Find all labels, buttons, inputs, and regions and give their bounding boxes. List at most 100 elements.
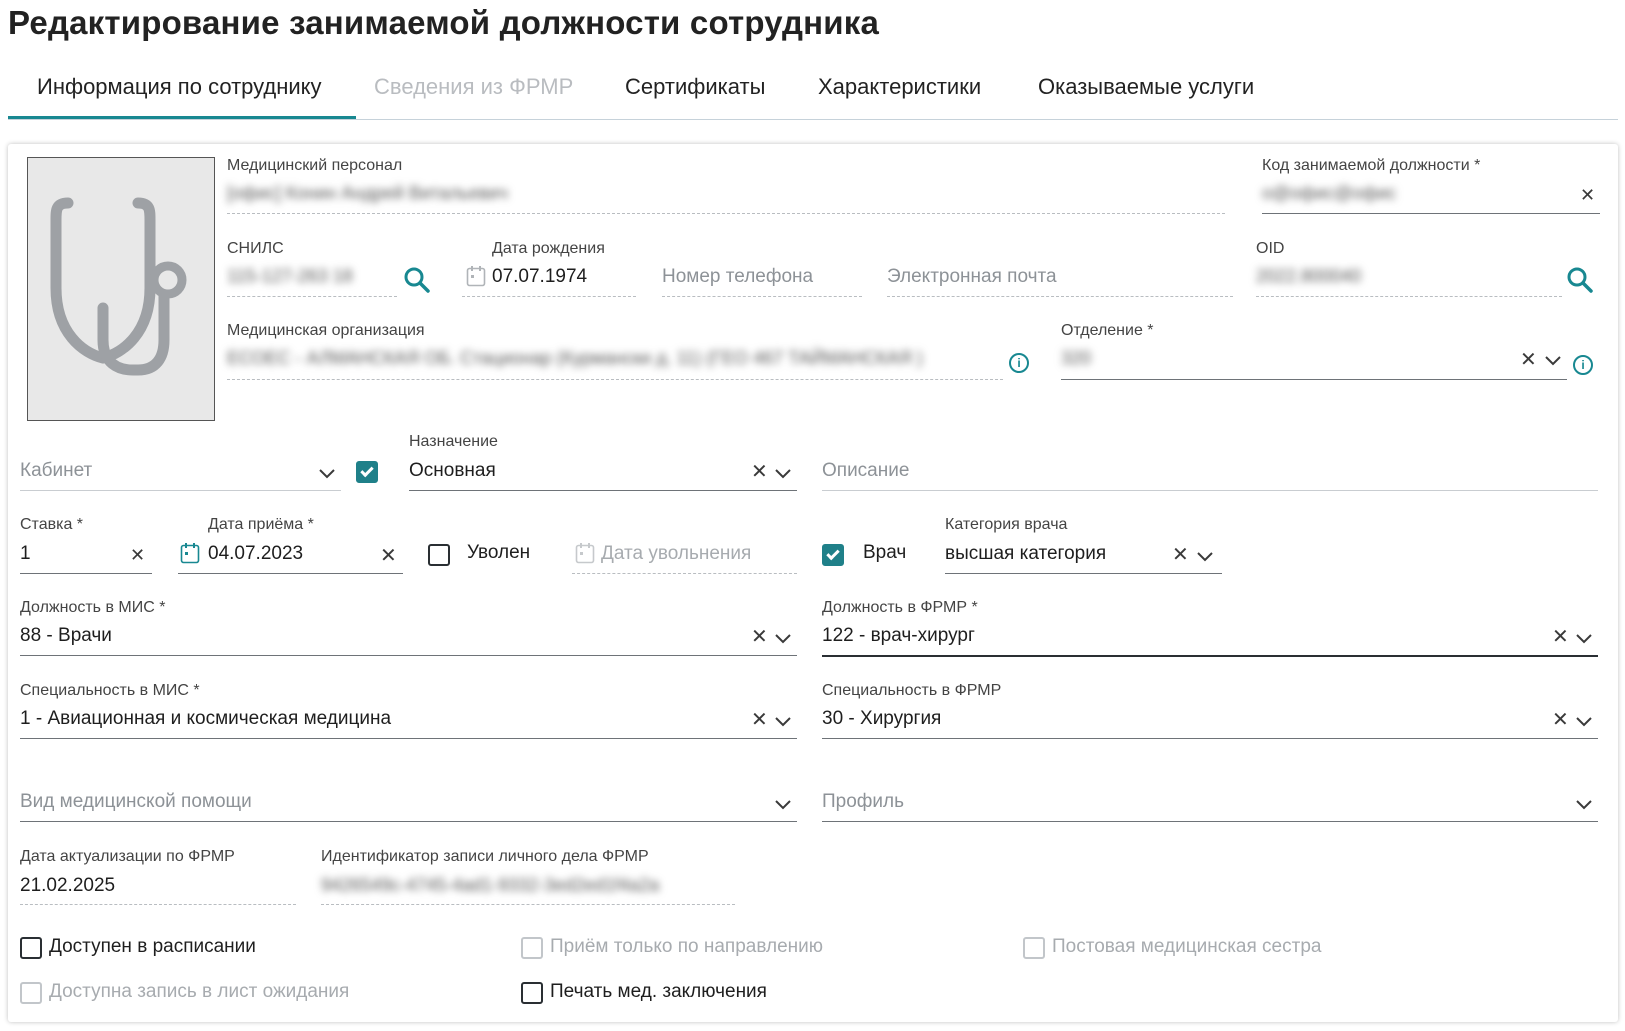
med-org-underline xyxy=(227,379,1003,380)
print-conclusion-checkbox[interactable] xyxy=(521,982,543,1004)
position-code-underline xyxy=(1262,213,1600,214)
frmr-record-id-label: Идентификатор записи личного дела ФРМР xyxy=(321,848,649,865)
profile-select[interactable]: Профиль xyxy=(822,791,904,813)
med-org-label: Медицинская организация xyxy=(227,322,425,339)
doctor-category-underline xyxy=(945,573,1222,574)
department-info-icon[interactable]: i xyxy=(1573,355,1593,375)
hire-date-underline xyxy=(178,573,403,574)
snils-value: 115-127-263 18 xyxy=(227,266,353,286)
care-type-underline xyxy=(20,821,797,822)
chevron-down-icon[interactable] xyxy=(1575,629,1593,652)
clear-icon[interactable]: ✕ xyxy=(1552,627,1569,647)
birth-date-label: Дата рождения xyxy=(492,240,605,257)
oid-underline xyxy=(1256,296,1562,297)
available-schedule-label: Доступен в расписании xyxy=(49,936,256,957)
frmr-update-date-label: Дата актуализации по ФРМР xyxy=(20,848,235,865)
mis-position-underline xyxy=(20,655,797,656)
waitlist-checkbox xyxy=(20,982,42,1004)
mis-specialty-label: Специальность в МИС * xyxy=(20,682,200,699)
medical-staff-underline xyxy=(227,213,1225,214)
tab-frmr-info: Сведения из ФРМР xyxy=(374,74,574,99)
dismissal-date-field: Дата увольнения xyxy=(601,543,752,564)
info-icon[interactable]: i xyxy=(1009,353,1029,373)
frmr-update-date-underline xyxy=(20,904,296,905)
fired-checkbox[interactable] xyxy=(428,544,450,566)
doctor-label: Врач xyxy=(863,542,907,563)
hire-date-value[interactable]: 04.07.2023 xyxy=(208,543,303,565)
chevron-down-icon[interactable] xyxy=(1196,547,1214,570)
frmr-specialty-label: Специальность в ФРМР xyxy=(822,682,1002,699)
clear-icon[interactable]: ✕ xyxy=(1520,350,1537,370)
chevron-down-icon[interactable] xyxy=(318,464,336,487)
doctor-category-label: Категория врача xyxy=(945,516,1068,533)
clear-icon[interactable]: ✕ xyxy=(1580,186,1595,204)
clear-icon[interactable]: ✕ xyxy=(751,627,768,647)
hire-date-label: Дата приёма * xyxy=(208,516,314,533)
chevron-down-icon[interactable] xyxy=(774,712,792,735)
oid-search-icon[interactable] xyxy=(1566,266,1594,299)
care-type-select[interactable]: Вид медицинской помощи xyxy=(20,791,252,813)
frmr-record-id-value: 9426549с-4745-4ad1-9332-3ed2ed1f4a2a xyxy=(321,875,660,895)
mis-position-value[interactable]: 88 - Врачи xyxy=(20,625,112,647)
frmr-specialty-value[interactable]: 30 - Хирургия xyxy=(822,708,941,730)
tab-characteristics[interactable]: Характеристики xyxy=(818,74,981,100)
position-code-label: Код занимаемой должности * xyxy=(1262,157,1481,174)
profile-underline xyxy=(822,821,1598,822)
search-icon[interactable] xyxy=(403,266,431,299)
waitlist-label: Доступна запись в лист ожидания xyxy=(49,981,350,1002)
assignment-label: Назначение xyxy=(409,433,498,450)
frmr-record-id-underline xyxy=(321,904,735,905)
chevron-down-icon[interactable] xyxy=(1544,351,1562,374)
referral-only-checkbox xyxy=(521,937,543,959)
snils-label: СНИЛС xyxy=(227,240,284,257)
mis-specialty-underline xyxy=(20,738,797,739)
medical-staff-value: [офис] Конин Андрей Витальевич xyxy=(227,183,508,203)
doctor-checkbox[interactable] xyxy=(822,544,844,566)
assignment-value[interactable]: Основная xyxy=(409,460,496,482)
position-code-value[interactable]: о@офис@офис xyxy=(1262,183,1422,204)
calendar-icon[interactable] xyxy=(180,542,200,569)
frmr-position-underline xyxy=(822,655,1598,657)
snils-underline xyxy=(227,296,397,297)
clear-icon[interactable]: ✕ xyxy=(1552,710,1569,730)
clear-icon[interactable]: ✕ xyxy=(380,546,397,566)
phone-field[interactable]: Номер телефона xyxy=(662,266,813,288)
rate-label: Ставка * xyxy=(20,516,84,533)
frmr-update-date-value: 21.02.2025 xyxy=(20,875,116,896)
ward-nurse-label: Постовая медицинская сестра xyxy=(1052,936,1322,957)
clear-icon[interactable]: ✕ xyxy=(1172,545,1189,565)
clear-icon[interactable]: ✕ xyxy=(751,462,768,482)
clear-icon[interactable]: ✕ xyxy=(751,710,768,730)
department-underline xyxy=(1061,379,1567,380)
email-field[interactable]: Электронная почта xyxy=(887,266,1057,288)
chevron-down-icon[interactable] xyxy=(774,629,792,652)
tab-certificates[interactable]: Сертификаты xyxy=(625,74,765,100)
referral-only-label: Приём только по направлению xyxy=(550,936,824,957)
chevron-down-icon[interactable] xyxy=(1575,712,1593,735)
frmr-specialty-underline xyxy=(822,738,1598,739)
chevron-down-icon[interactable] xyxy=(774,795,792,818)
tab-employee-info[interactable]: Информация по сотруднику xyxy=(37,74,322,100)
rate-value[interactable]: 1 xyxy=(20,543,31,565)
tab-services[interactable]: Оказываемые услуги xyxy=(1038,74,1254,100)
frmr-position-value[interactable]: 122 - врач-хирург xyxy=(822,625,975,647)
cabinet-select[interactable]: Кабинет xyxy=(20,460,92,482)
calendar-icon xyxy=(575,542,595,569)
page-title: Редактирование занимаемой должности сотр… xyxy=(8,4,880,41)
stethoscope-icon xyxy=(50,197,187,376)
email-underline xyxy=(887,296,1233,297)
photo-placeholder xyxy=(27,157,215,421)
available-schedule-checkbox[interactable] xyxy=(20,937,42,959)
mis-position-label: Должность в МИС * xyxy=(20,599,166,616)
clear-icon[interactable]: ✕ xyxy=(130,546,145,564)
description-field[interactable]: Описание xyxy=(822,460,909,482)
mis-specialty-value[interactable]: 1 - Авиационная и космическая медицина xyxy=(20,708,391,730)
active-tab-indicator xyxy=(8,116,356,119)
assignment-checkbox[interactable] xyxy=(356,461,378,483)
chevron-down-icon[interactable] xyxy=(1575,795,1593,818)
doctor-category-value[interactable]: высшая категория xyxy=(945,543,1106,565)
calendar-icon xyxy=(466,265,486,292)
department-value[interactable]: 320 xyxy=(1061,348,1101,369)
assignment-underline xyxy=(409,490,797,491)
chevron-down-icon[interactable] xyxy=(774,464,792,487)
